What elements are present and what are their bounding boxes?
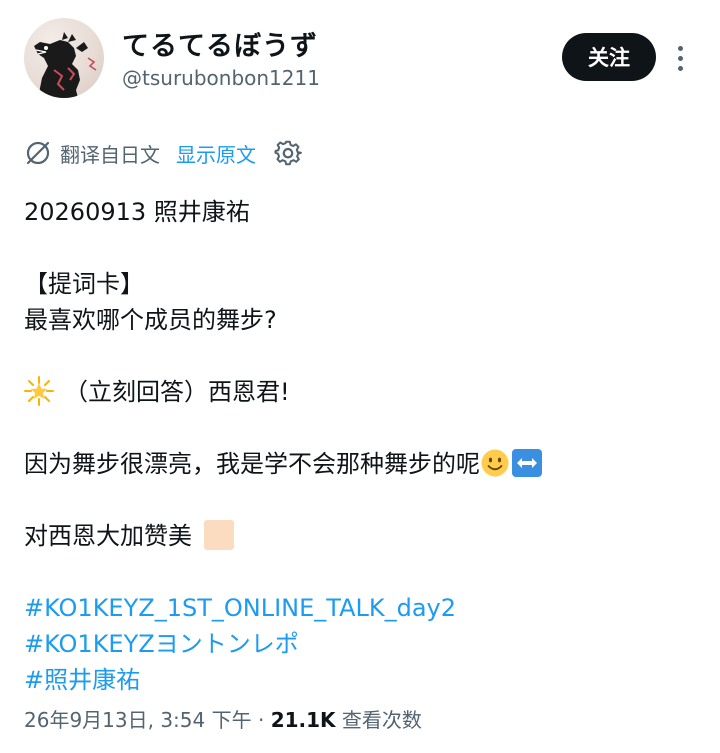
tweet-line-text: 对西恩大加赞美	[24, 522, 192, 550]
hashtag-link[interactable]: #照井康祐	[24, 662, 696, 698]
tweet-line: 对西恩大加赞美	[24, 518, 696, 554]
star-emoji	[24, 376, 54, 406]
left-right-arrow-emoji	[512, 449, 542, 477]
arrow-glyph	[517, 458, 537, 468]
tweet-meta: 26年9月13日, 3:54 下午 · 21.1K 查看次数	[24, 704, 422, 733]
tweet-line-text: （立刻回答）西恩君!	[64, 378, 290, 406]
more-dot	[677, 45, 683, 51]
translation-bar: 翻译自日文 显示原文	[24, 136, 302, 170]
smiling-face-emoji	[481, 449, 509, 477]
tweet-line: 因为舞步很漂亮，我是学不会那种舞步的呢	[24, 446, 696, 482]
tweet-line: 【提词卡】	[24, 270, 144, 298]
tweet-header: てるてるぼうず @tsurubonbon1211 关注	[0, 0, 720, 112]
tweet-line: 最喜欢哪个成员的舞步?	[24, 306, 277, 334]
views-label: 查看次数	[335, 708, 422, 732]
tweet-line: （立刻回答）西恩君!	[24, 374, 696, 410]
avatar[interactable]	[24, 18, 104, 98]
tweet-text: 20260913 照井康祐 【提词卡】 最喜欢哪个成员的舞步? （立刻回答）西恩…	[24, 194, 696, 698]
tweet-line-text: 因为舞步很漂亮，我是学不会那种舞步的呢	[24, 450, 480, 478]
dinosaur-avatar-icon	[34, 32, 97, 98]
views-count: 21.1K	[270, 708, 336, 732]
more-vertical-icon[interactable]	[668, 40, 692, 76]
translation-label: 翻译自日文	[60, 142, 160, 167]
more-dot	[677, 55, 683, 61]
hashtag-link[interactable]: #KO1KEYZヨントンレポ	[24, 626, 696, 662]
user-handle[interactable]: @tsurubonbon1211	[122, 66, 320, 90]
display-name[interactable]: てるてるぼうず	[122, 24, 318, 63]
show-original-link[interactable]: 显示原文	[176, 139, 256, 168]
timestamp-link[interactable]: 26年9月13日, 3:54 下午	[24, 708, 252, 732]
hashtag-link[interactable]: #KO1KEYZ_1ST_ONLINE_TALK_day2	[24, 590, 696, 626]
light-skin-tone-square	[204, 520, 234, 550]
tweet-line: 20260913 照井康祐	[24, 198, 250, 226]
more-dot	[677, 65, 683, 71]
gear-icon[interactable]	[274, 139, 302, 167]
follow-button[interactable]: 关注	[562, 33, 656, 81]
meta-separator: ·	[251, 708, 271, 732]
translate-off-icon	[26, 141, 50, 165]
